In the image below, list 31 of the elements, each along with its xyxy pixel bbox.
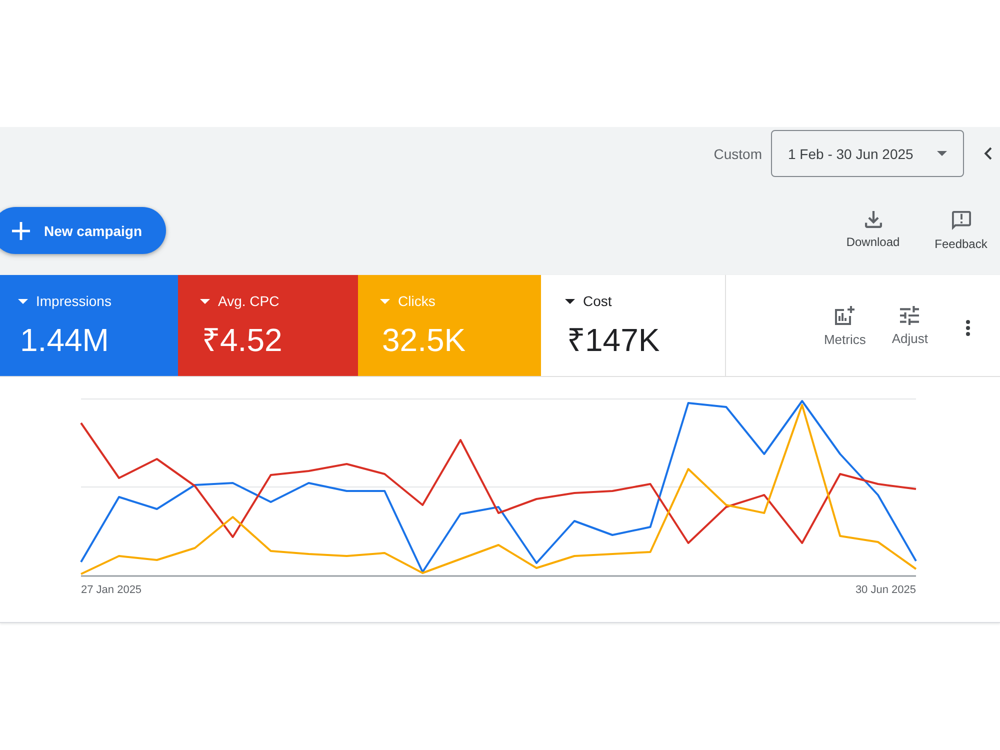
- metric-label: Cost: [583, 293, 612, 310]
- x-axis-label: 30 Jun 2025: [855, 583, 916, 597]
- metric-value: 1.44M: [20, 321, 110, 359]
- sliders-icon: [900, 306, 920, 324]
- metric-label: Impressions: [36, 293, 112, 310]
- download-icon: [864, 210, 882, 228]
- new-campaign-button[interactable]: New campaign: [0, 207, 166, 254]
- adjust-button[interactable]: Adjust: [888, 306, 932, 346]
- caret-icon: [18, 299, 28, 304]
- metric-value: ₹4.52: [202, 321, 284, 359]
- date-range-dropdown[interactable]: 1 Feb - 30 Jun 2025: [771, 130, 964, 177]
- metric-tile[interactable]: Impressions 1.44M: [0, 275, 178, 376]
- metric-value: 32.5K: [382, 321, 467, 359]
- more-icon[interactable]: [966, 320, 970, 336]
- plus-icon: [12, 222, 30, 240]
- metric-tile[interactable]: Avg. CPC ₹4.52: [178, 275, 358, 376]
- feedback-icon: [952, 210, 970, 230]
- metric-label: Clicks: [398, 293, 436, 310]
- metric-label: Avg. CPC: [218, 293, 280, 310]
- download-button[interactable]: Download: [844, 208, 902, 252]
- metric-value: ₹147K: [567, 321, 661, 359]
- caret-icon: [380, 299, 390, 304]
- feedback-button[interactable]: Feedback: [932, 208, 990, 252]
- caret-icon: [565, 299, 575, 304]
- metrics-button[interactable]: Metrics: [820, 304, 870, 346]
- date-range-label: Custom: [714, 146, 762, 162]
- caret-icon: [200, 299, 210, 304]
- x-axis-label: 27 Jan 2025: [81, 583, 142, 597]
- bar-chart-plus-icon: [834, 304, 856, 326]
- chevron-left-icon[interactable]: [984, 147, 992, 160]
- caret-icon: [937, 151, 947, 156]
